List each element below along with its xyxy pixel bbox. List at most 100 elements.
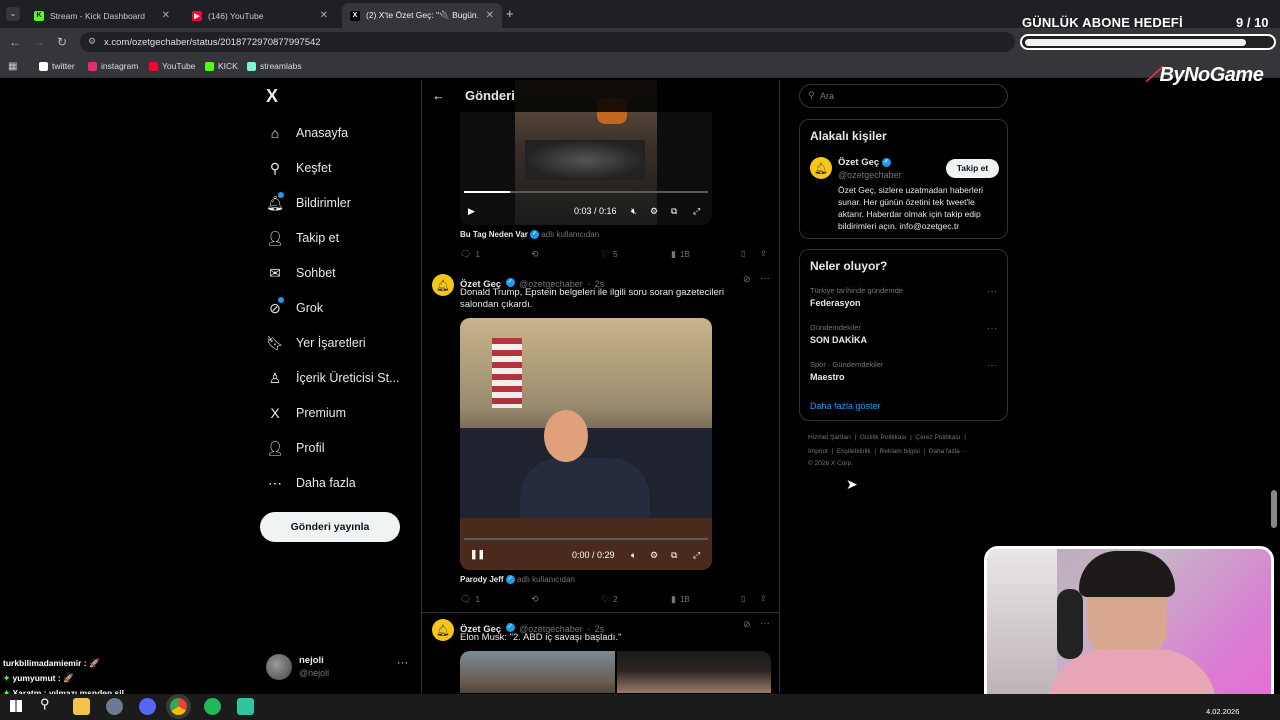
nav-item-profile[interactable]: 👤︎ Profil — [266, 435, 324, 461]
pause-icon[interactable]: ❚❚ — [470, 549, 485, 560]
nav-item-add-person[interactable]: 👤︎ Takip et — [266, 225, 339, 251]
tweet-3-image-1[interactable] — [460, 651, 615, 693]
forward-icon[interactable]: → — [33, 35, 45, 49]
reload-icon[interactable]: ↻ — [57, 35, 67, 49]
tab-x-post[interactable]: X (2) X'te Özet Geç: "🔌 Bugün..." ✕ — [342, 3, 502, 28]
close-tab-icon[interactable]: ✕ — [486, 10, 494, 21]
tab-search-button[interactable]: ⌄ — [6, 7, 20, 21]
bookmark-kick[interactable]: KICK — [205, 61, 238, 71]
nav-item-home[interactable]: ⌂ Anasayfa — [266, 120, 348, 146]
nav-item-bookmark[interactable]: 🔖︎ Yer İşaretleri — [266, 330, 366, 356]
reply-button[interactable]: 🗨︎ 1 — [460, 249, 480, 260]
post-button[interactable]: Gönderi yayınla — [260, 512, 400, 542]
tweet-more-icon[interactable]: ··· — [760, 618, 770, 629]
site-info-icon[interactable]: ⚙ — [88, 36, 96, 47]
related-user-name[interactable]: Özet Geç ✓ — [838, 157, 891, 168]
app-icon[interactable] — [106, 698, 123, 715]
fullscreen-icon[interactable]: ⤢ — [693, 550, 700, 561]
back-arrow-icon[interactable]: ← — [432, 88, 445, 103]
share-icon[interactable]: ⇪ — [760, 249, 767, 258]
views-button[interactable]: ▮ 1B — [671, 249, 690, 260]
like-button[interactable]: ♡ 2 — [601, 594, 618, 605]
ozetgec-avatar[interactable]: 🔔︎ — [432, 619, 454, 641]
pip-icon[interactable]: ⧉ — [671, 550, 677, 561]
search-icon[interactable]: ⚲ — [40, 696, 50, 712]
footer-link[interactable]: Reklam bilgisi — [880, 448, 920, 455]
mute-icon[interactable]: 🔇︎ — [631, 206, 637, 217]
account-more-icon[interactable]: ··· — [397, 657, 408, 669]
show-more-link[interactable]: Daha fazla göster — [810, 401, 881, 411]
footer-link[interactable]: Erişilebilirlik — [837, 448, 871, 455]
ozetgec-avatar[interactable]: 🔔︎ — [432, 274, 454, 296]
play-icon[interactable]: ▶ — [468, 206, 475, 217]
trend-more-icon[interactable]: ··· — [987, 360, 997, 371]
ozetgec-avatar[interactable]: 🔔︎ — [810, 157, 832, 179]
fullscreen-icon[interactable]: ⤢ — [693, 206, 700, 217]
reply-button[interactable]: 🗨︎ 1 — [460, 594, 480, 605]
tweet-more-icon[interactable]: ··· — [760, 273, 770, 284]
related-user-handle[interactable]: @ozetgechaber — [838, 170, 902, 180]
nav-item-x-premium[interactable]: X Premium — [266, 400, 346, 426]
discord-icon[interactable] — [139, 698, 156, 715]
bookmark-post-icon[interactable]: ▯ — [741, 594, 745, 603]
video-player-2[interactable]: ❚❚ 0:00 / 0:29 🔈︎ ⚙ ⧉ ⤢ — [460, 318, 712, 570]
tweet-3-image-2[interactable] — [617, 651, 771, 693]
video-1-attribution[interactable]: Bu Tag Neden Var ✓ adlı kullanıcıdan — [460, 230, 600, 240]
scrollbar-thumb[interactable] — [1271, 490, 1277, 528]
views-button[interactable]: ▮ 1B — [671, 594, 690, 605]
attribution-suffix: adlı kullanıcıdan — [541, 230, 600, 239]
bookmark-streamlabs[interactable]: streamlabs — [247, 61, 302, 71]
bookmark-youtube[interactable]: YouTube — [149, 61, 195, 71]
video-1-progress — [464, 191, 510, 193]
footer-link[interactable]: Imprint — [808, 448, 828, 455]
like-button[interactable]: ♡ 5 — [601, 249, 618, 260]
footer-link[interactable]: Hizmet Şartları — [808, 434, 851, 441]
bookmark-instagram[interactable]: instagram — [88, 61, 138, 71]
address-bar[interactable]: ⚙ x.com/ozetgechaber/status/201877297087… — [80, 32, 1015, 52]
nav-item-search[interactable]: ⚲ Keşfet — [266, 155, 332, 181]
volume-icon[interactable]: 🔈︎ — [631, 550, 636, 561]
account-switcher[interactable]: nejoli @nejoli ··· — [266, 652, 416, 684]
post-header: ← Gönderi — [422, 80, 779, 112]
avatar — [266, 654, 292, 680]
bookmark-post-icon[interactable]: ▯ — [741, 249, 745, 258]
nav-item-grok[interactable]: ⊘ Grok — [266, 295, 323, 321]
nav-item-more-circle[interactable]: ⋯ Daha fazla — [266, 470, 356, 496]
back-icon[interactable]: ← — [9, 35, 21, 49]
grok-explain-icon[interactable]: ⊘ — [743, 619, 751, 630]
footer-link[interactable]: Daha fazla ··· — [929, 448, 968, 455]
share-icon[interactable]: ⇪ — [760, 594, 767, 603]
x-logo-icon[interactable]: X — [266, 86, 278, 107]
nav-item-mail[interactable]: ✉ Sohbet — [266, 260, 336, 286]
trend-more-icon[interactable]: ··· — [987, 286, 997, 297]
settings-icon[interactable]: ⚙ — [650, 206, 658, 217]
spotify-icon[interactable] — [204, 698, 221, 715]
grok-explain-icon[interactable]: ⊘ — [743, 274, 751, 285]
search-input[interactable]: ⚲ Ara — [799, 84, 1008, 108]
footer-link[interactable]: Gizlilik Politikası — [860, 434, 907, 441]
nav-item-creator[interactable]: ♙ İçerik Üreticisi St... — [266, 365, 400, 391]
repost-button[interactable]: ⟲ — [531, 249, 543, 260]
start-icon[interactable] — [10, 700, 22, 712]
pip-icon[interactable]: ⧉ — [671, 206, 677, 217]
repost-button[interactable]: ⟲ — [531, 594, 543, 605]
bookmark-twitter[interactable]: twitter — [39, 61, 75, 71]
new-tab-button[interactable]: + — [506, 6, 514, 21]
follow-button[interactable]: Takip et — [946, 159, 999, 178]
footer-link[interactable]: Çerez Politikası — [915, 434, 960, 441]
close-tab-icon[interactable]: ✕ — [320, 10, 328, 21]
video-2-scrubber[interactable] — [464, 538, 708, 540]
video-1-scrubber[interactable] — [464, 191, 708, 193]
settings-icon[interactable]: ⚙ — [650, 550, 658, 561]
tab-youtube[interactable]: ▶ (146) YouTube ✕ — [184, 3, 336, 28]
verified-icon: ✓ — [505, 575, 515, 585]
video-2-attribution[interactable]: Parody Jeff ✓ adlı kullanıcıdan — [460, 575, 575, 585]
tab-kick-dashboard[interactable]: K Stream - Kick Dashboard ✕ — [26, 3, 178, 28]
streamlabs-icon[interactable] — [237, 698, 254, 715]
close-tab-icon[interactable]: ✕ — [162, 10, 170, 21]
file-explorer-icon[interactable] — [73, 698, 90, 715]
chrome-icon[interactable] — [170, 698, 187, 715]
trend-more-icon[interactable]: ··· — [987, 323, 997, 334]
apps-grid-icon[interactable]: ▦ — [8, 61, 17, 72]
menu-dots-icon[interactable]: ⋮ — [1262, 36, 1271, 47]
